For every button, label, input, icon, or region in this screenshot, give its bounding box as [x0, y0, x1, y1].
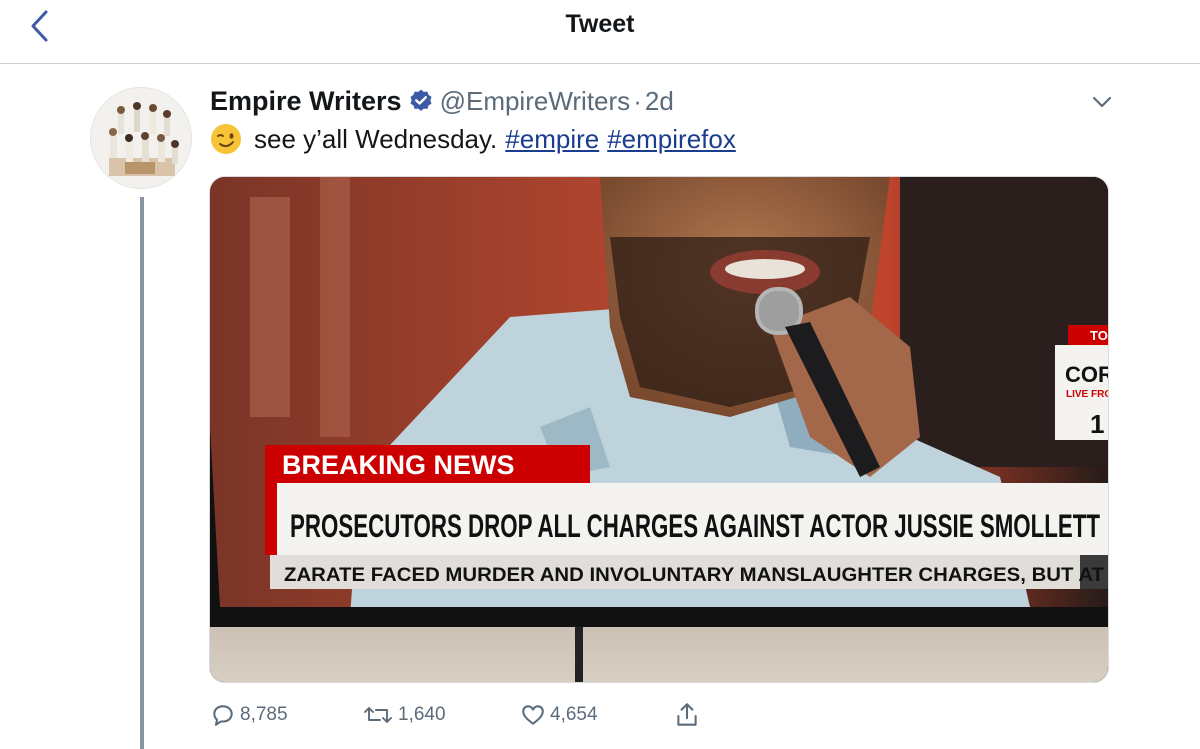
avatar-image [91, 88, 191, 188]
winking-face-icon [210, 123, 242, 155]
corner-name: CORY [1065, 362, 1109, 387]
breaking-news-label: BREAKING NEWS [282, 450, 515, 480]
tweet-text: see y’all Wednesday. #empire #empirefox [210, 121, 736, 157]
tweet-actions: 8,785 1,640 4,654 [210, 700, 730, 730]
hashtag-empirefox[interactable]: #empirefox [607, 124, 736, 155]
reply-button[interactable]: 8,785 [210, 702, 288, 728]
corner-top-label: TO [1090, 328, 1108, 343]
handle[interactable]: @EmpireWriters [440, 86, 631, 117]
share-button[interactable] [674, 701, 700, 729]
tweet-body: see y’all Wednesday. [254, 123, 498, 154]
heart-icon [522, 705, 544, 725]
top-nav-bar: Tweet [0, 0, 1200, 64]
reply-count: 8,785 [240, 704, 288, 725]
tweet-media-image[interactable]: BREAKING NEWS PROSECUTORS DROP ALL CHARG… [209, 176, 1109, 683]
chevron-down-icon [1092, 96, 1112, 108]
avatar[interactable] [90, 87, 192, 189]
display-name[interactable]: Empire Writers [210, 86, 402, 117]
share-icon [677, 703, 697, 726]
retweet-icon [364, 707, 392, 723]
separator: · [633, 85, 642, 116]
verified-badge-icon [408, 88, 434, 114]
tweet-header: Empire Writers @EmpireWriters · 2d [210, 84, 674, 118]
corner-sub: LIVE FROM [1066, 389, 1109, 400]
tweet-menu-button[interactable] [1088, 88, 1116, 116]
chevron-left-icon [31, 10, 48, 42]
thread-line [140, 197, 144, 749]
like-button[interactable]: 4,654 [520, 702, 598, 728]
headline-text: PROSECUTORS DROP ALL CHARGES AGAINST ACT… [290, 508, 1100, 544]
retweet-count: 1,640 [398, 704, 446, 725]
like-count: 4,654 [550, 704, 598, 725]
retweet-button[interactable]: 1,640 [362, 702, 446, 728]
timestamp[interactable]: 2d [645, 86, 674, 117]
ticker-text: ZARATE FACED MURDER AND INVOLUNTARY MANS… [284, 565, 1104, 586]
reply-icon [213, 705, 233, 726]
corner-number: 1 [1090, 409, 1104, 439]
back-button[interactable] [22, 8, 58, 44]
page-title: Tweet [565, 10, 635, 38]
hashtag-empire[interactable]: #empire [505, 124, 599, 155]
